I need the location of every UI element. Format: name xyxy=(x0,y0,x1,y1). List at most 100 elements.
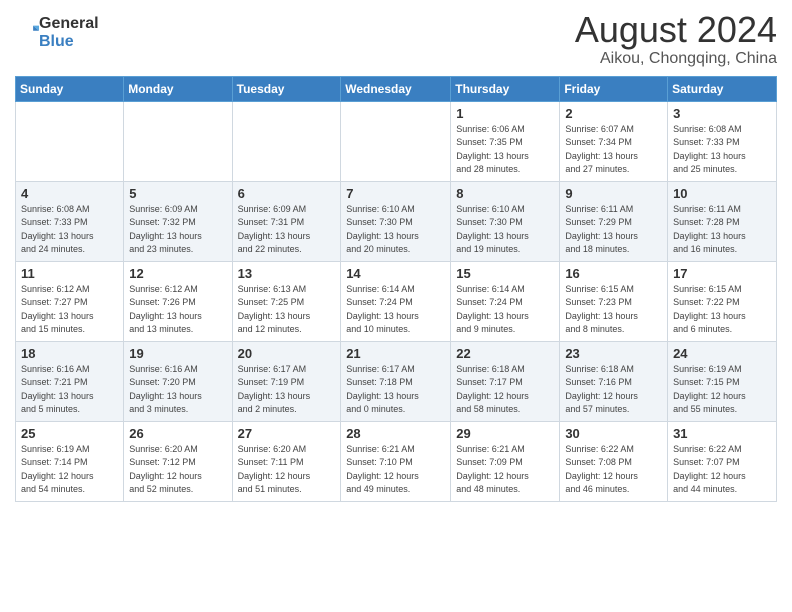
calendar-cell: 6 Sunrise: 6:09 AMSunset: 7:31 PMDaylight… xyxy=(232,181,341,261)
day-number: 3 xyxy=(673,106,771,121)
title-block: August 2024 Aikou, Chongqing, China xyxy=(575,10,777,68)
day-number: 23 xyxy=(565,346,662,361)
day-number: 16 xyxy=(565,266,662,281)
day-number: 31 xyxy=(673,426,771,441)
calendar-cell xyxy=(124,101,232,181)
day-number: 24 xyxy=(673,346,771,361)
day-number: 4 xyxy=(21,186,118,201)
day-number: 13 xyxy=(238,266,336,281)
day-number: 2 xyxy=(565,106,662,121)
calendar-cell: 4 Sunrise: 6:08 AMSunset: 7:33 PMDaylight… xyxy=(16,181,124,261)
day-number: 6 xyxy=(238,186,336,201)
day-info: Sunrise: 6:12 AMSunset: 7:27 PMDaylight:… xyxy=(21,283,118,337)
calendar-cell: 8Sunrise: 6:10 AMSunset: 7:30 PMDaylight… xyxy=(451,181,560,261)
calendar-cell: 2 Sunrise: 6:07 AMSunset: 7:34 PMDaylight… xyxy=(560,101,668,181)
calendar-cell: 3Sunrise: 6:08 AMSunset: 7:33 PMDaylight… xyxy=(668,101,777,181)
day-number: 26 xyxy=(129,426,226,441)
calendar-week-5: 25Sunrise: 6:19 AMSunset: 7:14 PMDayligh… xyxy=(16,421,777,501)
calendar-cell xyxy=(16,101,124,181)
day-info: Sunrise: 6:15 AMSunset: 7:22 PMDaylight:… xyxy=(673,283,771,337)
col-saturday: Saturday xyxy=(668,76,777,101)
day-info: Sunrise: 6:09 AMSunset: 7:32 PMDaylight:… xyxy=(129,203,226,257)
calendar-cell: 24Sunrise: 6:19 AMSunset: 7:15 PMDayligh… xyxy=(668,341,777,421)
day-info: Sunrise: 6:17 AMSunset: 7:18 PMDaylight:… xyxy=(346,363,445,417)
logo: General Blue xyxy=(15,15,99,51)
day-number: 12 xyxy=(129,266,226,281)
calendar-cell: 1 Sunrise: 6:06 AMSunset: 7:35 PMDaylight… xyxy=(451,101,560,181)
calendar-header: Sunday Monday Tuesday Wednesday Thursday… xyxy=(16,76,777,101)
calendar-cell: 25Sunrise: 6:19 AMSunset: 7:14 PMDayligh… xyxy=(16,421,124,501)
day-number: 22 xyxy=(456,346,554,361)
day-number: 28 xyxy=(346,426,445,441)
calendar-week-4: 18 Sunrise: 6:16 AMSunset: 7:21 PMDayligh… xyxy=(16,341,777,421)
calendar-cell: 9Sunrise: 6:11 AMSunset: 7:29 PMDaylight… xyxy=(560,181,668,261)
calendar-cell: 10 Sunrise: 6:11 AMSunset: 7:28 PMDayligh… xyxy=(668,181,777,261)
calendar-cell: 30Sunrise: 6:22 AMSunset: 7:08 PMDayligh… xyxy=(560,421,668,501)
calendar-cell: 26 Sunrise: 6:20 AMSunset: 7:12 PMDayligh… xyxy=(124,421,232,501)
day-info: Sunrise: 6:22 AMSunset: 7:07 PMDaylight:… xyxy=(673,443,771,497)
page-header: General Blue August 2024 Aikou, Chongqin… xyxy=(15,10,777,68)
day-info: Sunrise: 6:07 AMSunset: 7:34 PMDaylight:… xyxy=(565,123,662,177)
calendar-cell: 29 Sunrise: 6:21 AMSunset: 7:09 PMDayligh… xyxy=(451,421,560,501)
day-info: Sunrise: 6:21 AMSunset: 7:10 PMDaylight:… xyxy=(346,443,445,497)
calendar-table: Sunday Monday Tuesday Wednesday Thursday… xyxy=(15,76,777,502)
day-info: Sunrise: 6:13 AMSunset: 7:25 PMDaylight:… xyxy=(238,283,336,337)
col-thursday: Thursday xyxy=(451,76,560,101)
day-info: Sunrise: 6:11 AMSunset: 7:29 PMDaylight:… xyxy=(565,203,662,257)
day-number: 21 xyxy=(346,346,445,361)
calendar-cell: 28 Sunrise: 6:21 AMSunset: 7:10 PMDayligh… xyxy=(341,421,451,501)
day-info: Sunrise: 6:15 AMSunset: 7:23 PMDaylight:… xyxy=(565,283,662,337)
col-tuesday: Tuesday xyxy=(232,76,341,101)
day-number: 27 xyxy=(238,426,336,441)
day-number: 19 xyxy=(129,346,226,361)
day-info: Sunrise: 6:06 AMSunset: 7:35 PMDaylight:… xyxy=(456,123,554,177)
day-number: 7 xyxy=(346,186,445,201)
calendar-week-3: 11 Sunrise: 6:12 AMSunset: 7:27 PMDayligh… xyxy=(16,261,777,341)
calendar-cell: 18 Sunrise: 6:16 AMSunset: 7:21 PMDayligh… xyxy=(16,341,124,421)
page-container: General Blue August 2024 Aikou, Chongqin… xyxy=(0,0,792,512)
day-info: Sunrise: 6:21 AMSunset: 7:09 PMDaylight:… xyxy=(456,443,554,497)
col-sunday: Sunday xyxy=(16,76,124,101)
day-number: 8 xyxy=(456,186,554,201)
calendar-cell: 7 Sunrise: 6:10 AMSunset: 7:30 PMDaylight… xyxy=(341,181,451,261)
calendar-cell: 21 Sunrise: 6:17 AMSunset: 7:18 PMDayligh… xyxy=(341,341,451,421)
day-number: 18 xyxy=(21,346,118,361)
calendar-cell: 23 Sunrise: 6:18 AMSunset: 7:16 PMDayligh… xyxy=(560,341,668,421)
calendar-cell xyxy=(232,101,341,181)
calendar-body: 1 Sunrise: 6:06 AMSunset: 7:35 PMDaylight… xyxy=(16,101,777,501)
calendar-cell: 19 Sunrise: 6:16 AMSunset: 7:20 PMDayligh… xyxy=(124,341,232,421)
day-info: Sunrise: 6:22 AMSunset: 7:08 PMDaylight:… xyxy=(565,443,662,497)
day-info: Sunrise: 6:11 AMSunset: 7:28 PMDaylight:… xyxy=(673,203,771,257)
day-number: 11 xyxy=(21,266,118,281)
day-number: 14 xyxy=(346,266,445,281)
calendar-week-2: 4 Sunrise: 6:08 AMSunset: 7:33 PMDaylight… xyxy=(16,181,777,261)
calendar-cell: 20Sunrise: 6:17 AMSunset: 7:19 PMDayligh… xyxy=(232,341,341,421)
day-info: Sunrise: 6:08 AMSunset: 7:33 PMDaylight:… xyxy=(21,203,118,257)
logo-text: General Blue xyxy=(39,15,99,51)
day-number: 15 xyxy=(456,266,554,281)
col-monday: Monday xyxy=(124,76,232,101)
calendar-cell: 31 Sunrise: 6:22 AMSunset: 7:07 PMDayligh… xyxy=(668,421,777,501)
day-info: Sunrise: 6:18 AMSunset: 7:16 PMDaylight:… xyxy=(565,363,662,417)
day-number: 1 xyxy=(456,106,554,121)
header-row: Sunday Monday Tuesday Wednesday Thursday… xyxy=(16,76,777,101)
day-number: 10 xyxy=(673,186,771,201)
day-info: Sunrise: 6:12 AMSunset: 7:26 PMDaylight:… xyxy=(129,283,226,337)
day-info: Sunrise: 6:16 AMSunset: 7:20 PMDaylight:… xyxy=(129,363,226,417)
day-number: 29 xyxy=(456,426,554,441)
day-info: Sunrise: 6:20 AMSunset: 7:12 PMDaylight:… xyxy=(129,443,226,497)
day-info: Sunrise: 6:10 AMSunset: 7:30 PMDaylight:… xyxy=(346,203,445,257)
calendar-week-1: 1 Sunrise: 6:06 AMSunset: 7:35 PMDaylight… xyxy=(16,101,777,181)
day-number: 5 xyxy=(129,186,226,201)
day-info: Sunrise: 6:09 AMSunset: 7:31 PMDaylight:… xyxy=(238,203,336,257)
calendar-cell xyxy=(341,101,451,181)
month-year: August 2024 xyxy=(575,10,777,50)
day-info: Sunrise: 6:16 AMSunset: 7:21 PMDaylight:… xyxy=(21,363,118,417)
calendar-cell: 17Sunrise: 6:15 AMSunset: 7:22 PMDayligh… xyxy=(668,261,777,341)
calendar-cell: 15Sunrise: 6:14 AMSunset: 7:24 PMDayligh… xyxy=(451,261,560,341)
day-number: 20 xyxy=(238,346,336,361)
day-info: Sunrise: 6:20 AMSunset: 7:11 PMDaylight:… xyxy=(238,443,336,497)
day-info: Sunrise: 6:18 AMSunset: 7:17 PMDaylight:… xyxy=(456,363,554,417)
col-wednesday: Wednesday xyxy=(341,76,451,101)
calendar-cell: 22 Sunrise: 6:18 AMSunset: 7:17 PMDayligh… xyxy=(451,341,560,421)
